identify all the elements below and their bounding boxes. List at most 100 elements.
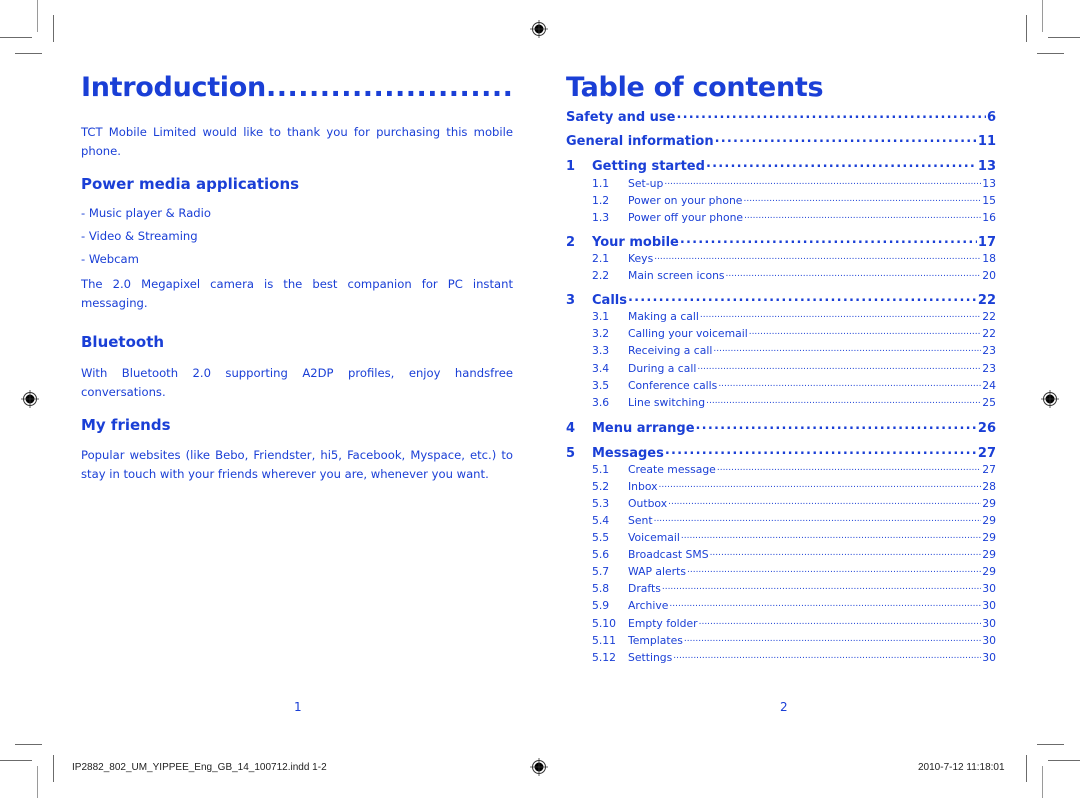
toc-dot-leader bbox=[664, 176, 981, 187]
toc-dot-leader bbox=[710, 547, 982, 558]
toc-dot-leader bbox=[659, 479, 982, 490]
toc-number: 5.12 bbox=[592, 650, 617, 664]
toc-dot-leader bbox=[744, 210, 981, 221]
toc-dot-leader bbox=[717, 462, 981, 473]
toc-dot-leader bbox=[726, 268, 982, 279]
toc-page-number: 26 bbox=[977, 421, 996, 436]
crop-mark bbox=[1026, 15, 1027, 42]
toc-number: 3.1 bbox=[592, 309, 610, 323]
toc-page-number: 16 bbox=[982, 210, 996, 224]
section-heading-my-friends: My friends bbox=[81, 416, 171, 434]
bullet-item: - Webcam bbox=[81, 252, 139, 266]
toc-chapter-entry[interactable]: 4 Menu arrange 26 bbox=[566, 419, 996, 437]
toc-number: 5.1 bbox=[592, 462, 610, 476]
crop-mark bbox=[0, 37, 32, 38]
toc-chapter-entry[interactable]: 2 Your mobile 17 bbox=[566, 233, 996, 251]
toc-page-number: 27 bbox=[982, 462, 996, 476]
toc-chapter-entry[interactable]: 1 Getting started 13 bbox=[566, 157, 996, 175]
toc-chapter-entry[interactable]: General information 11 bbox=[566, 132, 996, 150]
toc-page-number: 27 bbox=[977, 446, 996, 461]
toc-page-number: 29 bbox=[982, 564, 996, 578]
toc-label: Main screen icons bbox=[628, 268, 725, 282]
toc-section-entry[interactable]: 5.6 Broadcast SMS 29 bbox=[566, 547, 996, 564]
toc-page-number: 24 bbox=[982, 378, 996, 392]
toc-section-entry[interactable]: 3.4 During a call 23 bbox=[566, 361, 996, 378]
toc-number: 3.2 bbox=[592, 326, 610, 340]
toc-section-entry[interactable]: 5.5 Voicemail 29 bbox=[566, 530, 996, 547]
toc-section-entry[interactable]: 5.12 Settings 30 bbox=[566, 650, 996, 667]
toc-page-number: 18 bbox=[982, 251, 996, 265]
toc-label: Templates bbox=[628, 633, 683, 647]
toc-number: 2.1 bbox=[592, 251, 610, 265]
toc-section-entry[interactable]: 1.1 Set-up 13 bbox=[566, 176, 996, 193]
registration-mark-icon bbox=[530, 758, 548, 776]
toc-dot-leader bbox=[687, 564, 981, 575]
toc-section-entry[interactable]: 3.2 Calling your voicemail 22 bbox=[566, 326, 996, 343]
toc-page-number: 13 bbox=[982, 176, 996, 190]
toc-section-entry[interactable]: 5.8 Drafts 30 bbox=[566, 581, 996, 598]
toc-section-entry[interactable]: 5.9 Archive 30 bbox=[566, 598, 996, 615]
toc-label: Receiving a call bbox=[628, 343, 713, 357]
toc-number: 4 bbox=[566, 421, 576, 436]
toc-number: 5 bbox=[566, 446, 576, 461]
bullet-item: - Music player & Radio bbox=[81, 206, 211, 220]
title-text: Introduction bbox=[81, 72, 266, 103]
toc-section-entry[interactable]: 5.3 Outbox 29 bbox=[566, 496, 996, 513]
toc-section-entry[interactable]: 3.3 Receiving a call 23 bbox=[566, 343, 996, 360]
toc-label: During a call bbox=[628, 361, 697, 375]
toc-number: 5.2 bbox=[592, 479, 610, 493]
toc-dot-leader bbox=[696, 419, 977, 432]
registration-mark-icon bbox=[1041, 390, 1059, 408]
toc-section-entry[interactable]: 1.3 Power off your phone 16 bbox=[566, 210, 996, 227]
section-heading-bluetooth: Bluetooth bbox=[81, 333, 165, 351]
toc-chapter-entry[interactable]: 5 Messages 27 bbox=[566, 444, 996, 462]
toc-section-entry[interactable]: 5.2 Inbox 28 bbox=[566, 479, 996, 496]
toc-page-number: 22 bbox=[977, 293, 996, 308]
toc-section-entry[interactable]: 2.2 Main screen icons 20 bbox=[566, 268, 996, 285]
toc-number: 3 bbox=[566, 293, 576, 308]
toc-dot-leader bbox=[699, 616, 982, 627]
toc-label: Calls bbox=[592, 293, 627, 308]
toc-page-number: 28 bbox=[982, 479, 996, 493]
registration-mark-icon bbox=[21, 390, 39, 408]
toc-section-entry[interactable]: 5.7 WAP alerts 29 bbox=[566, 564, 996, 581]
toc-section-entry[interactable]: 3.5 Conference calls 24 bbox=[566, 378, 996, 395]
crop-mark bbox=[37, 766, 38, 798]
toc-page-number: 30 bbox=[982, 581, 996, 595]
toc-label: Voicemail bbox=[628, 530, 680, 544]
toc-label: Drafts bbox=[628, 581, 661, 595]
crop-mark bbox=[53, 15, 54, 42]
toc-chapter-entry[interactable]: 3 Calls 22 bbox=[566, 291, 996, 309]
section-heading-power-media: Power media applications bbox=[81, 175, 300, 193]
toc-section-entry[interactable]: 5.11 Templates 30 bbox=[566, 633, 996, 650]
toc-label: Your mobile bbox=[592, 235, 679, 250]
toc-section-entry[interactable]: 5.10 Empty folder 30 bbox=[566, 616, 996, 633]
toc-page-number: 29 bbox=[982, 513, 996, 527]
toc-section-entry[interactable]: 5.4 Sent 29 bbox=[566, 513, 996, 530]
toc-section-entry[interactable]: 1.2 Power on your phone 15 bbox=[566, 193, 996, 210]
toc-page-number: 29 bbox=[982, 496, 996, 510]
toc-section-entry[interactable]: 5.1 Create message 27 bbox=[566, 462, 996, 479]
crop-mark bbox=[15, 744, 42, 745]
toc-dot-leader bbox=[681, 530, 981, 541]
toc-dot-leader bbox=[706, 395, 981, 406]
toc-label: Conference calls bbox=[628, 378, 718, 392]
toc-section-entry[interactable]: 2.1 Keys 18 bbox=[566, 251, 996, 268]
toc-label: Create message bbox=[628, 462, 716, 476]
toc-dot-leader bbox=[718, 378, 981, 389]
toc-title: Table of contents bbox=[566, 72, 824, 103]
toc-page-number: 22 bbox=[982, 309, 996, 323]
toc-dot-leader bbox=[697, 361, 981, 372]
toc-dot-leader bbox=[654, 513, 982, 524]
toc-number: 2.2 bbox=[592, 268, 610, 282]
toc-number: 3.6 bbox=[592, 395, 610, 409]
toc-chapter-entry[interactable]: Safety and use 6 bbox=[566, 108, 996, 126]
toc-label: Making a call bbox=[628, 309, 699, 323]
toc-section-entry[interactable]: 3.1 Making a call 22 bbox=[566, 309, 996, 326]
toc-dot-leader bbox=[665, 444, 977, 457]
toc-number: 3.5 bbox=[592, 378, 610, 392]
toc-label: Settings bbox=[628, 650, 673, 664]
toc-page-number: 23 bbox=[982, 343, 996, 357]
toc-number: 5.3 bbox=[592, 496, 610, 510]
toc-section-entry[interactable]: 3.6 Line switching 25 bbox=[566, 395, 996, 412]
